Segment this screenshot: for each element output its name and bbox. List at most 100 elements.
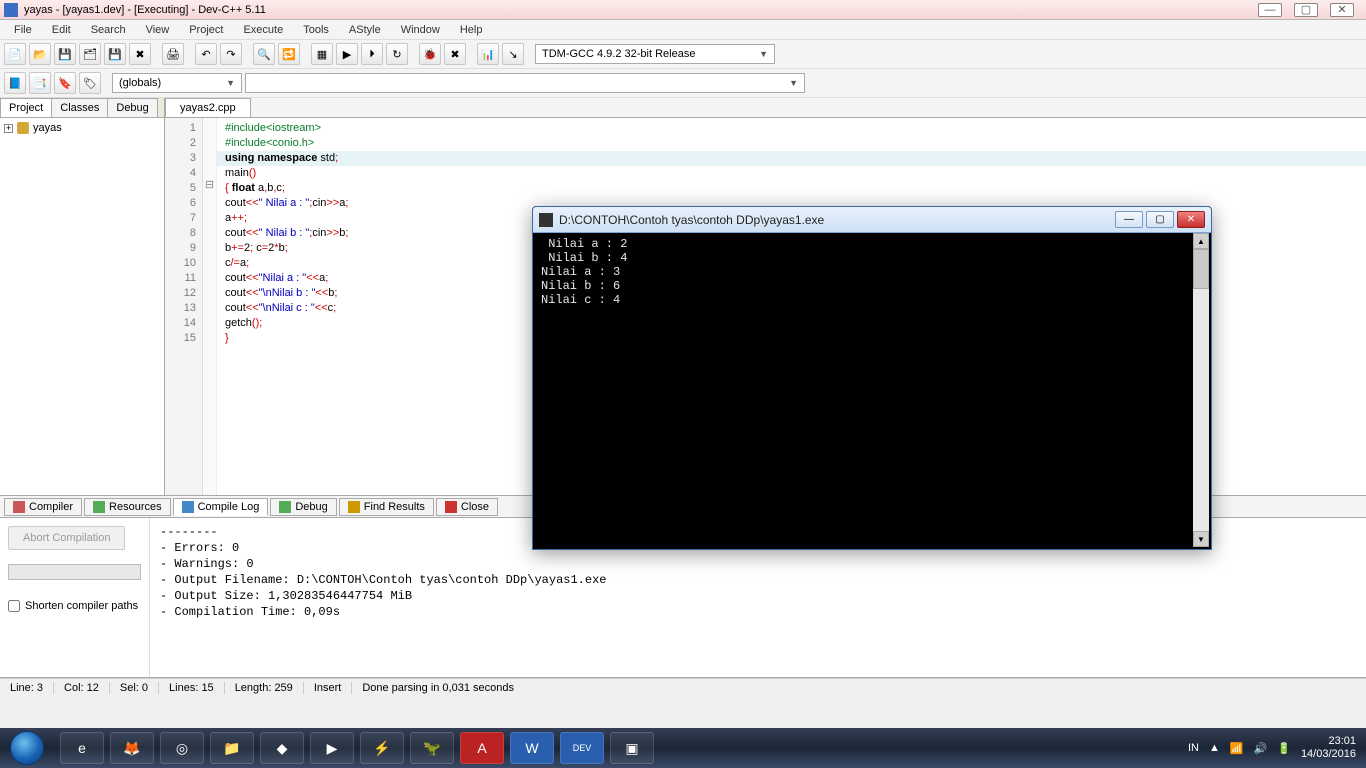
console-close-button[interactable]: ✕ bbox=[1177, 211, 1205, 228]
chevron-down-icon: ▼ bbox=[789, 78, 798, 88]
taskbar-media-icon[interactable]: ▶ bbox=[310, 732, 354, 764]
tray-date: 14/03/2016 bbox=[1301, 748, 1356, 761]
tree-root[interactable]: + yayas bbox=[4, 122, 160, 134]
tab-icon bbox=[348, 501, 360, 513]
tab-label: Compile Log bbox=[198, 501, 260, 513]
shorten-paths-label: Shorten compiler paths bbox=[25, 600, 138, 612]
taskbar-winamp-icon[interactable]: ⚡ bbox=[360, 732, 404, 764]
tab-debug[interactable]: Debug bbox=[107, 98, 157, 117]
taskbar-app2-icon[interactable]: 🦖 bbox=[410, 732, 454, 764]
stop-icon[interactable]: ✖ bbox=[444, 43, 466, 65]
open-icon[interactable]: 📂 bbox=[29, 43, 51, 65]
scroll-up-icon[interactable]: ▲ bbox=[1193, 233, 1209, 249]
save-as-icon[interactable]: 💾 bbox=[104, 43, 126, 65]
compile-icon[interactable]: ▦ bbox=[311, 43, 333, 65]
profile-icon[interactable]: 📊 bbox=[477, 43, 499, 65]
tray-clock[interactable]: 23:01 14/03/2016 bbox=[1301, 735, 1356, 761]
shorten-paths-input[interactable] bbox=[8, 600, 20, 612]
bookmark-icon[interactable]: 🔖 bbox=[54, 72, 76, 94]
save-all-icon[interactable]: 🗂 bbox=[79, 43, 101, 65]
close-file-icon[interactable]: ✖ bbox=[129, 43, 151, 65]
taskbar-app-icon[interactable]: ◆ bbox=[260, 732, 304, 764]
taskbar-word-icon[interactable]: W bbox=[510, 732, 554, 764]
redo-icon[interactable]: ↷ bbox=[220, 43, 242, 65]
menu-project[interactable]: Project bbox=[179, 22, 233, 38]
save-icon[interactable]: 💾 bbox=[54, 43, 76, 65]
goto-bookmark-icon[interactable]: 🏷 bbox=[79, 72, 101, 94]
fold-gutter[interactable]: ⊟ bbox=[203, 118, 217, 495]
run-icon[interactable]: ▶ bbox=[336, 43, 358, 65]
tab-label: Debug bbox=[295, 501, 327, 513]
scroll-down-icon[interactable]: ▼ bbox=[1193, 531, 1209, 547]
compile-run-icon[interactable]: ⏵ bbox=[361, 43, 383, 65]
status-col: Col: 12 bbox=[54, 682, 110, 694]
maximize-button[interactable]: ▢ bbox=[1294, 3, 1318, 17]
close-button[interactable]: ✕ bbox=[1330, 3, 1354, 17]
replace-icon[interactable]: 🔁 bbox=[278, 43, 300, 65]
console-window[interactable]: D:\CONTOH\Contoh tyas\contoh DDp\yayas1.… bbox=[532, 206, 1212, 550]
taskbar-ie-icon[interactable]: e bbox=[60, 732, 104, 764]
debug-icon[interactable]: 🐞 bbox=[419, 43, 441, 65]
expand-icon[interactable]: + bbox=[4, 124, 13, 133]
console-maximize-button[interactable]: ▢ bbox=[1146, 211, 1174, 228]
bottom-tab-debug[interactable]: Debug bbox=[270, 498, 336, 516]
window-title: yayas - [yayas1.dev] - [Executing] - Dev… bbox=[24, 4, 266, 16]
menu-astyle[interactable]: AStyle bbox=[339, 22, 391, 38]
menu-search[interactable]: Search bbox=[81, 22, 136, 38]
rebuild-icon[interactable]: ↻ bbox=[386, 43, 408, 65]
file-tab[interactable]: yayas2.cpp bbox=[165, 98, 251, 117]
member-select[interactable]: ▼ bbox=[245, 73, 805, 93]
taskbar-firefox-icon[interactable]: 🦊 bbox=[110, 732, 154, 764]
menu-execute[interactable]: Execute bbox=[233, 22, 293, 38]
tray-lang[interactable]: IN bbox=[1188, 742, 1199, 754]
taskbar-console-icon[interactable]: ▣ bbox=[610, 732, 654, 764]
console-titlebar[interactable]: D:\CONTOH\Contoh tyas\contoh DDp\yayas1.… bbox=[533, 207, 1211, 233]
bottom-tab-compile-log[interactable]: Compile Log bbox=[173, 498, 269, 516]
tray-battery-icon[interactable]: 🔋 bbox=[1277, 742, 1291, 755]
tab-classes[interactable]: Classes bbox=[51, 98, 108, 117]
taskbar-devcpp-icon[interactable]: DEV bbox=[560, 732, 604, 764]
goto-icon[interactable]: ↘ bbox=[502, 43, 524, 65]
new-project-icon[interactable]: 📘 bbox=[4, 72, 26, 94]
bottom-tab-close[interactable]: Close bbox=[436, 498, 498, 516]
abort-compilation-button: Abort Compilation bbox=[8, 526, 125, 550]
compiler-select[interactable]: TDM-GCC 4.9.2 32-bit Release ▼ bbox=[535, 44, 775, 64]
status-line: Line: 3 bbox=[0, 682, 54, 694]
system-tray[interactable]: IN ▲ 📶 🔊 🔋 23:01 14/03/2016 bbox=[1178, 735, 1366, 761]
tab-label: Resources bbox=[109, 501, 162, 513]
find-icon[interactable]: 🔍 bbox=[253, 43, 275, 65]
tree-root-label: yayas bbox=[33, 122, 62, 134]
start-button[interactable] bbox=[0, 728, 54, 768]
console-minimize-button[interactable]: — bbox=[1115, 211, 1143, 228]
compile-progress bbox=[8, 564, 141, 580]
windows-taskbar[interactable]: e 🦊 ◎ 📁 ◆ ▶ ⚡ 🦖 A W DEV ▣ IN ▲ 📶 🔊 🔋 23:… bbox=[0, 728, 1366, 768]
console-scrollbar[interactable]: ▲ ▼ bbox=[1193, 233, 1209, 547]
bottom-tab-find-results[interactable]: Find Results bbox=[339, 498, 434, 516]
scroll-thumb[interactable] bbox=[1193, 249, 1209, 289]
menu-window[interactable]: Window bbox=[391, 22, 450, 38]
menu-view[interactable]: View bbox=[136, 22, 180, 38]
bottom-tab-resources[interactable]: Resources bbox=[84, 498, 171, 516]
taskbar-chrome-icon[interactable]: ◎ bbox=[160, 732, 204, 764]
tab-project[interactable]: Project bbox=[0, 98, 52, 117]
print-icon[interactable]: 🖨 bbox=[162, 43, 184, 65]
menu-help[interactable]: Help bbox=[450, 22, 493, 38]
tray-flag-icon[interactable]: ▲ bbox=[1209, 742, 1220, 754]
minimize-button[interactable]: — bbox=[1258, 3, 1282, 17]
bottom-tab-compiler[interactable]: Compiler bbox=[4, 498, 82, 516]
undo-icon[interactable]: ↶ bbox=[195, 43, 217, 65]
menu-file[interactable]: File bbox=[4, 22, 42, 38]
scope-select[interactable]: (globals) ▼ bbox=[112, 73, 242, 93]
console-output[interactable]: Nilai a : 2 Nilai b : 4 Nilai a : 3 Nila… bbox=[535, 233, 1193, 547]
taskbar-adobe-icon[interactable]: A bbox=[460, 732, 504, 764]
tab-icon bbox=[93, 501, 105, 513]
menu-tools[interactable]: Tools bbox=[293, 22, 339, 38]
tray-network-icon[interactable]: 📶 bbox=[1230, 742, 1244, 755]
taskbar-explorer-icon[interactable]: 📁 bbox=[210, 732, 254, 764]
menu-edit[interactable]: Edit bbox=[42, 22, 81, 38]
project-tree[interactable]: + yayas bbox=[0, 118, 164, 138]
insert-icon[interactable]: 📑 bbox=[29, 72, 51, 94]
shorten-paths-checkbox[interactable]: Shorten compiler paths bbox=[8, 600, 141, 612]
new-file-icon[interactable]: 📄 bbox=[4, 43, 26, 65]
tray-volume-icon[interactable]: 🔊 bbox=[1254, 742, 1268, 755]
